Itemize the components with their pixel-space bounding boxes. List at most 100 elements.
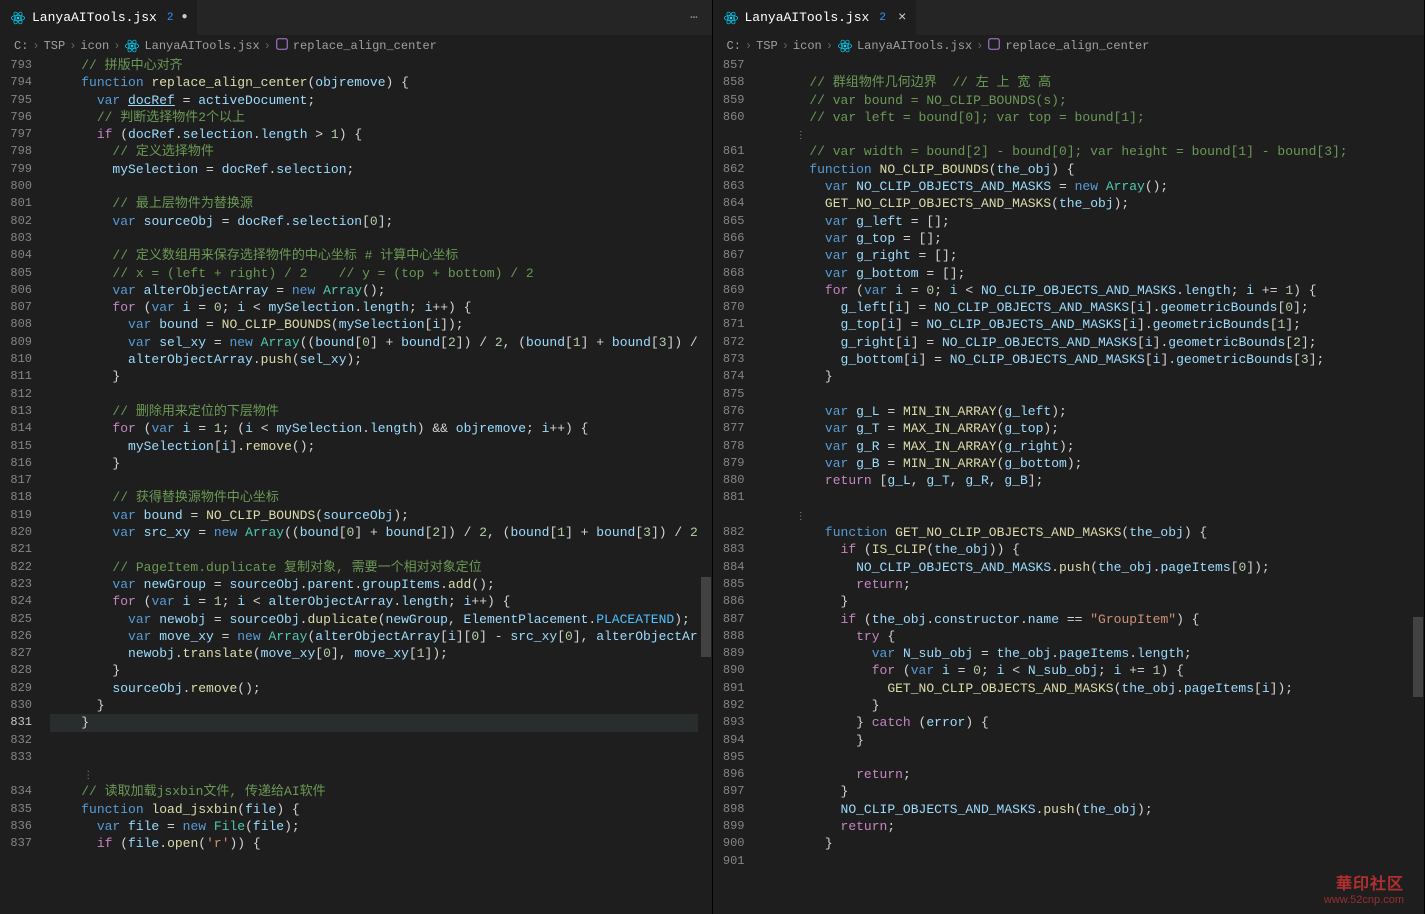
- code-line[interactable]: NO_CLIP_OBJECTS_AND_MASKS.push(the_obj.p…: [763, 559, 1425, 576]
- code-line[interactable]: var g_B = MIN_IN_ARRAY(g_bottom);: [763, 455, 1425, 472]
- code-line[interactable]: var move_xy = new Array(alterObjectArray…: [50, 628, 712, 645]
- code-line[interactable]: var docRef = activeDocument;: [50, 92, 712, 109]
- vertical-scrollbar[interactable]: [698, 57, 712, 914]
- code-line[interactable]: for (var i = 0; i < mySelection.length; …: [50, 299, 712, 316]
- code-line[interactable]: var newGroup = sourceObj.parent.groupIte…: [50, 576, 712, 593]
- code-line[interactable]: [50, 472, 712, 489]
- code-line[interactable]: // 最上层物件为替换源: [50, 195, 712, 212]
- code-line[interactable]: if (file.open('r')) {: [50, 835, 712, 852]
- code-line[interactable]: // 删除用来定位的下层物件: [50, 403, 712, 420]
- breadcrumb-segment[interactable]: replace_align_center: [987, 37, 1149, 55]
- code-line[interactable]: var bound = NO_CLIP_BOUNDS(mySelection[i…: [50, 316, 712, 333]
- code-line[interactable]: ⋮: [763, 507, 1425, 524]
- close-icon[interactable]: ×: [898, 11, 906, 25]
- breadcrumb-segment[interactable]: icon: [793, 39, 822, 53]
- code-line[interactable]: var NO_CLIP_OBJECTS_AND_MASKS = new Arra…: [763, 178, 1425, 195]
- code-line[interactable]: GET_NO_CLIP_OBJECTS_AND_MASKS(the_obj.pa…: [763, 680, 1425, 697]
- code-line[interactable]: }: [50, 697, 712, 714]
- scroll-thumb[interactable]: [701, 577, 711, 657]
- code-line[interactable]: [763, 853, 1425, 870]
- code-line[interactable]: if (IS_CLIP(the_obj)) {: [763, 541, 1425, 558]
- code-line[interactable]: } catch (error) {: [763, 714, 1425, 731]
- code-line[interactable]: var sourceObj = docRef.selection[0];: [50, 213, 712, 230]
- code-line[interactable]: // 判断选择物件2个以上: [50, 109, 712, 126]
- code-line[interactable]: // var left = bound[0]; var top = bound[…: [763, 109, 1425, 126]
- code-line[interactable]: function load_jsxbin(file) {: [50, 801, 712, 818]
- code-line[interactable]: g_left[i] = NO_CLIP_OBJECTS_AND_MASKS[i]…: [763, 299, 1425, 316]
- code-line[interactable]: [50, 178, 712, 195]
- code-line[interactable]: // PageItem.duplicate 复制对象, 需要一个相对对象定位: [50, 559, 712, 576]
- code-line[interactable]: try {: [763, 628, 1425, 645]
- breadcrumb-segment[interactable]: replace_align_center: [275, 37, 437, 55]
- code-line[interactable]: if (docRef.selection.length > 1) {: [50, 126, 712, 143]
- code-line[interactable]: var g_bottom = [];: [763, 265, 1425, 282]
- code-line[interactable]: }: [763, 697, 1425, 714]
- code-line[interactable]: }: [50, 368, 712, 385]
- code-line[interactable]: GET_NO_CLIP_OBJECTS_AND_MASKS(the_obj);: [763, 195, 1425, 212]
- code-line[interactable]: var newobj = sourceObj.duplicate(newGrou…: [50, 611, 712, 628]
- code-line[interactable]: var g_top = [];: [763, 230, 1425, 247]
- code-line[interactable]: }: [50, 455, 712, 472]
- code-line[interactable]: var file = new File(file);: [50, 818, 712, 835]
- code-line[interactable]: // var bound = NO_CLIP_BOUNDS(s);: [763, 92, 1425, 109]
- code-line[interactable]: var N_sub_obj = the_obj.pageItems.length…: [763, 645, 1425, 662]
- code-line[interactable]: var g_T = MAX_IN_ARRAY(g_top);: [763, 420, 1425, 437]
- code-editor-right[interactable]: 8578588598608618628638648658668678688698…: [713, 57, 1425, 914]
- code-line[interactable]: var src_xy = new Array((bound[0] + bound…: [50, 524, 712, 541]
- code-line[interactable]: var alterObjectArray = new Array();: [50, 282, 712, 299]
- code-line[interactable]: var g_left = [];: [763, 213, 1425, 230]
- code-line[interactable]: [50, 386, 712, 403]
- code-line[interactable]: return [g_L, g_T, g_R, g_B];: [763, 472, 1425, 489]
- code-line[interactable]: }: [50, 714, 712, 731]
- code-line[interactable]: [763, 749, 1425, 766]
- breadcrumb-segment[interactable]: TSP: [44, 39, 66, 53]
- code-line[interactable]: // 定义选择物件: [50, 143, 712, 160]
- code-line[interactable]: if (the_obj.constructor.name == "GroupIt…: [763, 611, 1425, 628]
- code-line[interactable]: var g_L = MIN_IN_ARRAY(g_left);: [763, 403, 1425, 420]
- code-line[interactable]: // 读取加载jsxbin文件, 传递给AI软件: [50, 783, 712, 800]
- code-line[interactable]: return;: [763, 576, 1425, 593]
- code-line[interactable]: return;: [763, 766, 1425, 783]
- code-line[interactable]: for (var i = 0; i < N_sub_obj; i += 1) {: [763, 662, 1425, 679]
- code-line[interactable]: return;: [763, 818, 1425, 835]
- tab-file-right[interactable]: LanyaAITools.jsx 2 ×: [713, 0, 918, 35]
- code-line[interactable]: function replace_align_center(objremove)…: [50, 74, 712, 91]
- code-line[interactable]: // 定义数组用来保存选择物件的中心坐标 # 计算中心坐标: [50, 247, 712, 264]
- code-line[interactable]: var g_right = [];: [763, 247, 1425, 264]
- code-line[interactable]: [50, 541, 712, 558]
- code-line[interactable]: ⋮: [50, 766, 712, 783]
- code-line[interactable]: ⋮: [763, 126, 1425, 143]
- code-line[interactable]: [763, 386, 1425, 403]
- code-line[interactable]: g_bottom[i] = NO_CLIP_OBJECTS_AND_MASKS[…: [763, 351, 1425, 368]
- code-line[interactable]: alterObjectArray.push(sel_xy);: [50, 351, 712, 368]
- code-line[interactable]: for (var i = 0; i < NO_CLIP_OBJECTS_AND_…: [763, 282, 1425, 299]
- code-content[interactable]: // 拼版中心对齐 function replace_align_center(…: [50, 57, 712, 914]
- code-line[interactable]: NO_CLIP_OBJECTS_AND_MASKS.push(the_obj);: [763, 801, 1425, 818]
- breadcrumb-segment[interactable]: TSP: [756, 39, 778, 53]
- code-line[interactable]: [50, 749, 712, 766]
- code-line[interactable]: // x = (left + right) / 2 // y = (top + …: [50, 265, 712, 282]
- code-line[interactable]: [50, 732, 712, 749]
- code-line[interactable]: newobj.translate(move_xy[0], move_xy[1])…: [50, 645, 712, 662]
- code-content[interactable]: // 群组物件几何边界 // 左 上 宽 高 // var bound = NO…: [763, 57, 1425, 914]
- code-line[interactable]: }: [50, 662, 712, 679]
- code-line[interactable]: [763, 57, 1425, 74]
- code-line[interactable]: }: [763, 368, 1425, 385]
- code-line[interactable]: }: [763, 835, 1425, 852]
- breadcrumb-left[interactable]: C:›TSP›icon›LanyaAITools.jsx›replace_ali…: [0, 35, 712, 57]
- code-line[interactable]: for (var i = 1; (i < mySelection.length)…: [50, 420, 712, 437]
- code-line[interactable]: mySelection = docRef.selection;: [50, 161, 712, 178]
- code-line[interactable]: // 群组物件几何边界 // 左 上 宽 高: [763, 74, 1425, 91]
- code-line[interactable]: }: [763, 732, 1425, 749]
- code-line[interactable]: [50, 230, 712, 247]
- code-line[interactable]: }: [763, 783, 1425, 800]
- breadcrumb-right[interactable]: C:›TSP›icon›LanyaAITools.jsx›replace_ali…: [713, 35, 1425, 57]
- tab-actions-more-icon[interactable]: ⋯: [690, 10, 711, 25]
- tab-file-left[interactable]: LanyaAITools.jsx 2 ●: [0, 0, 198, 35]
- code-line[interactable]: }: [763, 593, 1425, 610]
- code-editor-left[interactable]: 7937947957967977987998008018028038048058…: [0, 57, 712, 914]
- vertical-scrollbar[interactable]: [1410, 57, 1424, 914]
- breadcrumb-segment[interactable]: icon: [80, 39, 109, 53]
- code-line[interactable]: g_top[i] = NO_CLIP_OBJECTS_AND_MASKS[i].…: [763, 316, 1425, 333]
- code-line[interactable]: for (var i = 1; i < alterObjectArray.len…: [50, 593, 712, 610]
